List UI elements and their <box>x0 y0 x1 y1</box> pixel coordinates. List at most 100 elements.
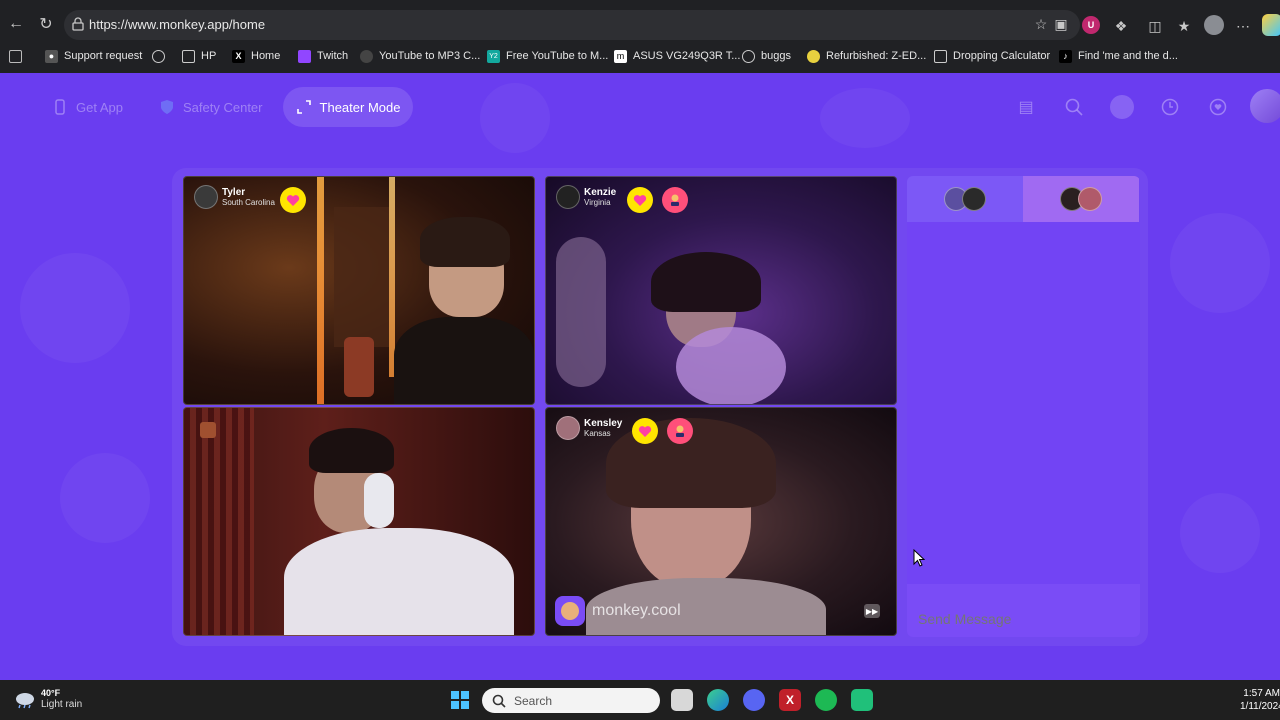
chat-heart-icon[interactable] <box>1206 95 1230 119</box>
ytm-icon: Y2 <box>487 49 500 63</box>
person-hair <box>309 428 394 473</box>
user-info: Kenzie Virginia <box>556 185 616 209</box>
person-arm <box>556 237 606 387</box>
theater-mode-label: Theater Mode <box>319 99 401 115</box>
extension-icon[interactable]: U <box>1082 16 1100 34</box>
bookmark-home[interactable]: X Home <box>232 47 280 65</box>
shop-icon[interactable]: ▤ <box>1014 95 1038 119</box>
monitor-icon: m <box>614 49 627 63</box>
user-location: South Carolina <box>222 198 275 207</box>
chat-panel <box>907 176 1140 637</box>
star-icon[interactable]: ☆ <box>1032 15 1050 33</box>
copilot-icon[interactable] <box>1262 14 1280 36</box>
bookmark-label: Support request <box>64 50 143 62</box>
curtain <box>184 408 254 635</box>
bookmark-twitch[interactable]: Twitch <box>298 47 348 65</box>
globe-icon <box>152 49 165 63</box>
get-app-button[interactable]: Get App <box>52 87 132 127</box>
system-clock[interactable]: 1:57 AM 1/11/2024 <box>1240 687 1280 713</box>
spotify-icon[interactable] <box>815 689 837 711</box>
bookmark-hp[interactable]: HP <box>182 47 216 65</box>
background-bubble <box>20 253 130 363</box>
police-badge-icon[interactable] <box>667 418 693 444</box>
heart-badge-icon[interactable] <box>632 418 658 444</box>
background-bubble <box>1180 493 1260 573</box>
skip-icon[interactable]: ▶▶ <box>864 604 880 618</box>
safety-center-button[interactable]: Safety Center <box>159 87 269 127</box>
bookmark-tiktok[interactable]: ♪ Find 'me and the d... <box>1059 47 1178 65</box>
taskbar-search[interactable]: Search <box>482 688 660 713</box>
video-tile-4[interactable]: Kensley Kansas monkey.cool ▶▶ <box>545 407 897 636</box>
clock-time: 1:57 AM <box>1243 688 1280 699</box>
history-clock-icon[interactable] <box>1158 95 1182 119</box>
cloud-rain-icon <box>16 692 34 708</box>
weather-widget[interactable]: 40°F Light rain <box>14 688 82 711</box>
user-location: Virginia <box>584 198 611 207</box>
led-light <box>317 177 324 404</box>
edge-browser-icon[interactable] <box>707 689 729 711</box>
bookmark-buggs[interactable]: buggs <box>742 47 791 65</box>
camera-icon[interactable]: ▣ <box>1052 15 1070 33</box>
site-info-icon[interactable] <box>72 17 84 31</box>
bookmark-dropping-calculator[interactable]: Dropping Calculator <box>934 47 1050 65</box>
bookmark-free-youtube[interactable]: Y2 Free YouTube to M... <box>487 47 608 65</box>
discord-icon[interactable] <box>743 689 765 711</box>
monkey-watermark: monkey.cool <box>555 596 681 626</box>
windows-start-icon[interactable] <box>449 689 471 711</box>
bookmark-asus[interactable]: m ASUS VG249Q3R T... <box>614 47 740 65</box>
bookmark-youtube-mp3[interactable]: YouTube to MP3 C... <box>360 47 480 65</box>
friends-avatar-icon[interactable] <box>1110 95 1134 119</box>
profile-avatar-icon[interactable] <box>1204 15 1224 35</box>
twitch-icon <box>298 49 311 63</box>
video-tile-1[interactable]: Tyler South Carolina <box>183 176 535 405</box>
user-name: Kensley <box>584 418 623 429</box>
clock-date: 1/11/2024 <box>1240 701 1280 712</box>
shield-icon <box>159 99 175 115</box>
puzzle-icon[interactable]: ❖ <box>1112 17 1130 35</box>
door <box>334 207 389 347</box>
x-icon: X <box>232 49 245 63</box>
send-message-input[interactable] <box>907 584 1140 637</box>
heart-badge-icon[interactable] <box>280 187 306 213</box>
video-tile-2[interactable]: Kenzie Virginia <box>545 176 897 405</box>
person-hair <box>651 252 761 312</box>
profile-avatar[interactable] <box>1250 89 1280 123</box>
person-hair <box>420 217 510 267</box>
chat-tabs <box>907 176 1140 222</box>
bookmark-label: Find 'me and the d... <box>1078 50 1178 62</box>
theater-mode-button[interactable]: Theater Mode <box>283 87 413 127</box>
bookmark-globe[interactable] <box>152 47 171 65</box>
chat-tab-2[interactable] <box>1023 176 1139 222</box>
green-app-icon[interactable] <box>851 689 873 711</box>
back-arrow-icon[interactable]: ← <box>4 12 28 36</box>
split-screen-icon[interactable]: ◫ <box>1146 17 1164 35</box>
safety-center-label: Safety Center <box>183 99 263 115</box>
bookmarks-menu-icon[interactable] <box>9 47 28 65</box>
get-app-label: Get App <box>76 99 123 115</box>
plush-toy <box>676 327 786 404</box>
reload-icon[interactable]: ↻ <box>34 12 58 36</box>
bookmark-label: Twitch <box>317 50 349 62</box>
bookmark-label: Refurbished: Z-ED... <box>826 50 927 62</box>
taskbar-search-label: Search <box>514 693 553 708</box>
heart-badge-icon[interactable] <box>627 187 653 213</box>
user-name: Tyler <box>222 187 246 198</box>
address-bar[interactable]: https://www.monkey.app/home ☆ ▣ <box>64 10 1080 40</box>
more-menu-icon[interactable]: ⋯ <box>1234 17 1252 35</box>
lemon-icon <box>807 49 820 63</box>
chat-tab-1[interactable] <box>907 176 1023 222</box>
lamp <box>344 337 374 397</box>
background-bubble <box>820 88 910 148</box>
file-explorer-icon[interactable] <box>671 689 693 711</box>
background-bubble <box>480 83 550 153</box>
phone-icon <box>52 99 68 115</box>
police-badge-icon[interactable] <box>662 187 688 213</box>
bookmark-refurbished[interactable]: Refurbished: Z-ED... <box>807 47 926 65</box>
video-tile-3[interactable] <box>183 407 535 636</box>
watermark-text: monkey.cool <box>592 602 681 619</box>
red-app-icon[interactable]: X <box>779 689 801 711</box>
search-icon[interactable] <box>1062 95 1086 119</box>
favorites-icon[interactable]: ★ <box>1175 17 1193 35</box>
bookmark-support-request[interactable]: ● Support request <box>45 47 142 65</box>
globe-icon <box>742 49 755 63</box>
